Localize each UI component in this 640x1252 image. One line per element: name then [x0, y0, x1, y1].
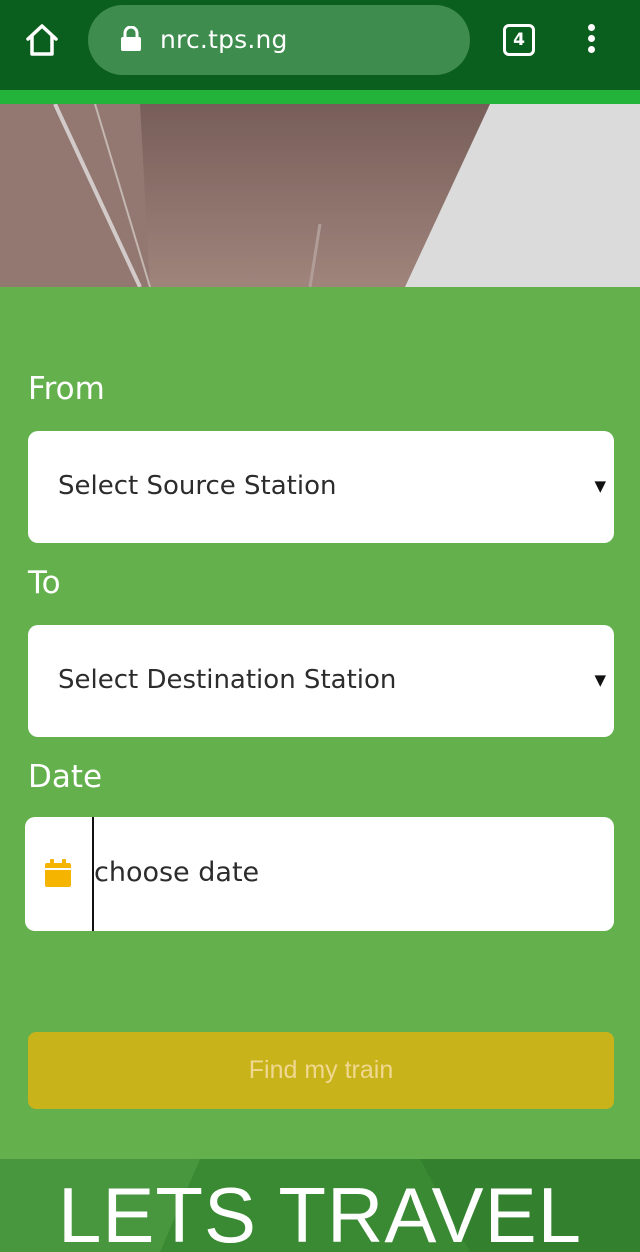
home-icon[interactable]	[22, 20, 62, 60]
destination-station-select[interactable]: Select Destination Station ▼	[28, 625, 614, 737]
date-label: Date	[28, 759, 103, 795]
url-text: nrc.tps.ng	[160, 25, 288, 54]
source-station-value: Select Source Station	[58, 471, 337, 501]
to-label: To	[28, 565, 61, 601]
address-bar[interactable]: nrc.tps.ng	[88, 5, 470, 75]
source-station-select[interactable]: Select Source Station ▼	[28, 431, 614, 543]
dropdown-caret-icon: ▼	[594, 477, 606, 495]
dropdown-caret-icon: ▼	[594, 671, 606, 689]
calendar-icon[interactable]	[45, 859, 71, 887]
find-train-button[interactable]: Find my train	[28, 1032, 614, 1109]
from-label: From	[28, 371, 105, 407]
destination-station-value: Select Destination Station	[58, 665, 397, 695]
banner-title: LETS TRAVEL	[58, 1171, 582, 1252]
browser-toolbar: nrc.tps.ng 4	[0, 0, 640, 90]
hero-image	[0, 104, 640, 287]
booking-form: From Select Source Station ▼ To Select D…	[0, 287, 640, 1159]
tab-switcher-button[interactable]: 4	[503, 24, 535, 56]
date-input[interactable]: choose date	[94, 857, 574, 888]
overflow-menu-icon[interactable]	[580, 20, 602, 60]
lock-icon	[120, 25, 142, 52]
date-field[interactable]: choose date	[25, 817, 614, 931]
lets-travel-banner: LETS TRAVEL	[0, 1159, 640, 1252]
site-header-stripe	[0, 90, 640, 104]
